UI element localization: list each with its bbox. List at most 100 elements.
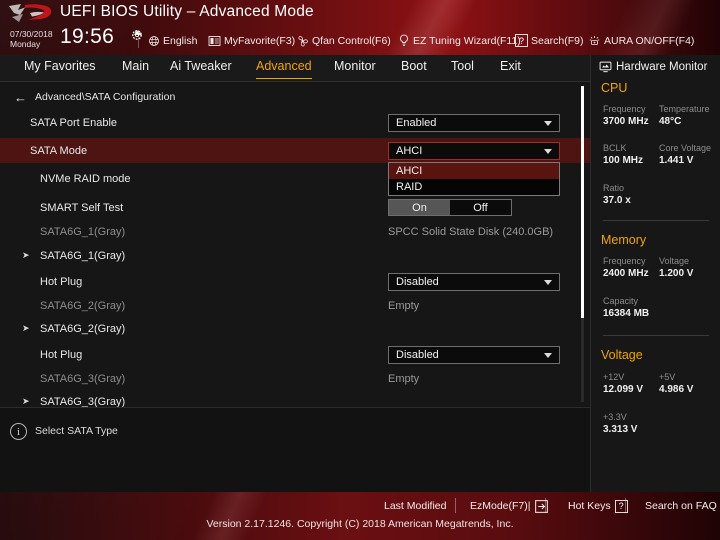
hwmon-value-capacity: 16384 MB <box>603 308 650 319</box>
setting-label: SATA6G_3(Gray) <box>40 372 126 385</box>
favorites-icon <box>208 35 221 46</box>
footer-divider-1 <box>455 498 456 513</box>
tab-advanced[interactable]: Advanced <box>256 59 312 79</box>
hwmon-divider-1 <box>603 220 709 221</box>
page-title: UEFI BIOS Utility – Advanced Mode <box>60 3 314 20</box>
sata-mode-dropdown[interactable]: AHCI <box>388 142 560 160</box>
hwmon-key-cpu-temperature: Temperature <box>659 104 710 114</box>
globe-icon <box>149 35 159 46</box>
hwmon-value-12v: 12.099 V <box>603 384 644 395</box>
footer-search-faq-label: Search on FAQ <box>645 500 717 512</box>
setting-label: SATA6G_2(Gray) <box>40 322 126 335</box>
hwmon-value-cpu-frequency: 3700 MHz <box>603 116 649 127</box>
dropdown-option-ahci[interactable]: AHCI <box>389 163 559 179</box>
toolbar-language[interactable]: English <box>148 32 197 49</box>
bulb-icon <box>400 34 408 47</box>
tab-monitor[interactable]: Monitor <box>334 59 376 79</box>
toolbar-search[interactable]: ? Search(F9) <box>515 32 584 49</box>
back-arrow-icon[interactable]: ← <box>14 91 27 104</box>
footer-hot-keys[interactable]: Hot Keys ? <box>568 498 628 514</box>
setting-label: SATA6G_1(Gray) <box>40 249 126 262</box>
aura-icon <box>589 35 600 45</box>
gear-icon[interactable] <box>131 29 143 41</box>
hardware-monitor-panel: Hardware Monitor CPU Frequency 3700 MHz … <box>590 55 720 492</box>
setting-row-hot-plug-2[interactable]: Hot Plug Disabled <box>0 342 590 367</box>
setting-label: SATA6G_3(Gray) <box>40 395 126 408</box>
hwmon-value-3-3v: 3.313 V <box>603 424 638 435</box>
dropdown-value: Disabled <box>396 276 439 288</box>
setting-label: SATA6G_2(Gray) <box>40 299 126 312</box>
hwmon-key-cpu-frequency: Frequency <box>603 104 646 114</box>
toolbar-ez-tuning-wizard[interactable]: EZ Tuning Wizard(F11) <box>398 32 521 49</box>
toolbar-aura[interactable]: AURA ON/OFF(F4) <box>588 32 694 49</box>
setting-row-hot-plug-1[interactable]: Hot Plug Disabled <box>0 269 590 294</box>
setting-row-sata-port-enable[interactable]: SATA Port Enable Enabled <box>0 110 590 135</box>
hot-plug-1-dropdown[interactable]: Disabled <box>388 273 560 291</box>
chevron-right-icon: ➤ <box>22 250 30 260</box>
footer-ezmode-label: EzMode(F7)| <box>470 500 531 512</box>
info-row-sata6g-1: SATA6G_1(Gray) SPCC Solid State Disk (24… <box>0 219 590 244</box>
hwmon-value-ratio: 37.0 x <box>603 195 631 206</box>
tab-boot[interactable]: Boot <box>401 59 427 79</box>
fan-icon <box>298 35 308 46</box>
dropdown-value: Disabled <box>396 349 439 361</box>
hardware-monitor-title: Hardware Monitor <box>599 59 707 75</box>
hwmon-key-ratio: Ratio <box>603 183 625 193</box>
hwmon-section-voltage: Voltage <box>601 348 643 362</box>
tab-main[interactable]: Main <box>122 59 149 79</box>
toolbar-aura-label: AURA ON/OFF(F4) <box>604 34 695 47</box>
hwmon-value-5v: 4.986 V <box>659 384 694 395</box>
toolbar-myfavorite[interactable]: MyFavorite(F3) <box>208 32 295 49</box>
hwmon-section-cpu: CPU <box>601 81 628 95</box>
setting-label: SATA Mode <box>30 144 88 157</box>
hwmon-key-3-3v: +3.3V <box>603 412 627 422</box>
dropdown-value: Enabled <box>396 117 437 129</box>
setting-row-smart-self-test[interactable]: SMART Self Test On Off <box>0 195 590 220</box>
setting-row-sata-mode[interactable]: SATA Mode AHCI <box>0 138 590 163</box>
smart-self-test-toggle[interactable]: On Off <box>388 199 512 216</box>
hwmon-key-capacity: Capacity <box>603 296 639 306</box>
clock-time: 19:56 <box>60 25 115 48</box>
settings-scrollbar-thumb[interactable] <box>581 86 584 318</box>
hardware-monitor-title-label: Hardware Monitor <box>616 61 708 73</box>
sata-mode-dropdown-menu[interactable]: AHCI RAID <box>388 162 560 196</box>
hot-plug-2-dropdown[interactable]: Disabled <box>388 346 560 364</box>
footer-divider-2 <box>545 498 546 513</box>
chevron-down-icon <box>544 149 552 154</box>
footer-search-faq[interactable]: Search on FAQ <box>645 498 717 514</box>
breadcrumb: ← Advanced\SATA Configuration <box>14 89 175 105</box>
device-value: Empty <box>388 372 420 385</box>
toolbar-qfan-control[interactable]: Qfan Control(F6) <box>296 32 391 49</box>
header-bar: UEFI BIOS Utility – Advanced Mode 07/30/… <box>0 0 720 55</box>
hwmon-key-mem-voltage: Voltage <box>659 256 690 266</box>
chevron-right-icon: ➤ <box>22 396 30 406</box>
device-value: SPCC Solid State Disk (240.0GB) <box>388 225 554 238</box>
hwmon-value-mem-frequency: 2400 MHz <box>603 268 649 279</box>
monitor-icon <box>599 61 612 73</box>
footer-divider-3 <box>625 498 626 513</box>
toolbar-search-label: Search(F9) <box>531 34 584 47</box>
chevron-down-icon <box>544 121 552 126</box>
tab-ai-tweaker[interactable]: Ai Tweaker <box>170 59 232 79</box>
hwmon-key-core-voltage: Core Voltage <box>659 143 712 153</box>
submenu-row-sata6g-3[interactable]: ➤ SATA6G_3(Gray) <box>0 389 590 408</box>
chevron-right-icon: ➤ <box>22 323 30 333</box>
footer-ezmode[interactable]: EzMode(F7)| <box>470 498 548 514</box>
hwmon-key-5v: +5V <box>659 372 676 382</box>
clock-day: Monday <box>10 39 41 49</box>
toolbar-myfavorite-label: MyFavorite(F3) <box>224 34 296 47</box>
toggle-option-on[interactable]: On <box>389 200 450 215</box>
sata-port-enable-dropdown[interactable]: Enabled <box>388 114 560 132</box>
dropdown-option-raid[interactable]: RAID <box>389 179 559 195</box>
tab-my-favorites[interactable]: My Favorites <box>24 59 96 79</box>
footer-last-modified[interactable]: Last Modified <box>384 498 446 514</box>
device-value: Empty <box>388 299 420 312</box>
submenu-row-sata6g-2[interactable]: ➤ SATA6G_2(Gray) <box>0 316 590 341</box>
setting-label: SATA Port Enable <box>30 116 118 129</box>
toggle-option-off[interactable]: Off <box>450 200 511 215</box>
hwmon-section-memory: Memory <box>601 233 647 247</box>
tab-exit[interactable]: Exit <box>500 59 521 79</box>
footer-bar: Last Modified EzMode(F7)| Hot Keys ? Sea… <box>0 492 720 540</box>
tab-tool[interactable]: Tool <box>451 59 474 79</box>
submenu-row-sata6g-1[interactable]: ➤ SATA6G_1(Gray) <box>0 243 590 268</box>
